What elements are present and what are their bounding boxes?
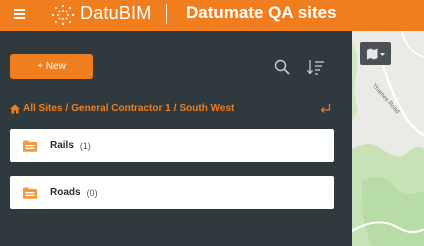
app-title: Datumate QA sites [186, 3, 337, 22]
map-layers-button[interactable] [360, 42, 391, 65]
menu-icon[interactable] [14, 9, 25, 19]
breadcrumb-all-sites[interactable]: All Sites [23, 103, 62, 114]
map-view[interactable]: Thames Road [352, 31, 424, 246]
header-divider [166, 4, 167, 24]
folder-name: Roads [50, 187, 81, 198]
breadcrumb-south-west: South West [179, 103, 235, 114]
folder-row-rails[interactable]: Rails (1) [10, 129, 334, 162]
folder-row-roads[interactable]: Roads (0) [10, 176, 334, 209]
search-icon[interactable] [274, 59, 290, 75]
folder-count: (0) [86, 187, 98, 198]
new-button[interactable]: + New [10, 54, 93, 79]
breadcrumb-separator: / [173, 103, 177, 114]
sort-icon[interactable] [307, 59, 325, 75]
back-arrow-icon[interactable] [319, 103, 331, 115]
brand-name: DatuBIM [80, 3, 152, 23]
folder-count: (1) [79, 140, 91, 151]
folder-icon [23, 140, 37, 152]
breadcrumb-general-contractor[interactable]: General Contractor 1 [71, 103, 170, 114]
folder-icon [23, 187, 37, 199]
sites-panel: + New All Sites / General Contractor 1 /… [0, 31, 352, 246]
breadcrumb: All Sites / General Contractor 1 / South… [10, 103, 234, 114]
datubim-logo-icon [51, 4, 75, 26]
home-icon[interactable] [10, 104, 20, 114]
top-bar: DatuBIM Datumate QA sites [0, 0, 424, 31]
folder-name: Rails [50, 140, 74, 151]
map-icon [366, 48, 385, 59]
breadcrumb-separator: / [65, 103, 69, 114]
